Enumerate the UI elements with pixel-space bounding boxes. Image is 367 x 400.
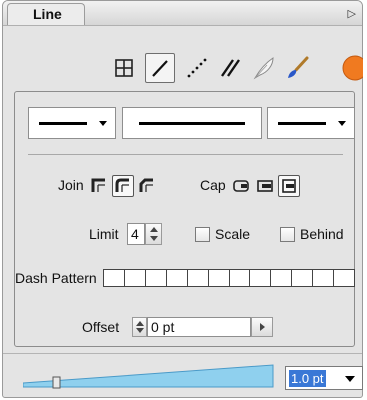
offset-arrow-button[interactable] bbox=[251, 317, 273, 337]
divider bbox=[3, 353, 362, 354]
cap-round-button[interactable] bbox=[254, 175, 276, 197]
stepper-down-icon bbox=[136, 328, 144, 333]
join-round-button[interactable] bbox=[112, 175, 134, 197]
stepper-up-icon bbox=[150, 227, 158, 232]
width-slider-thumb[interactable] bbox=[52, 376, 61, 389]
start-arrowhead-preview bbox=[39, 122, 87, 125]
paintbrush-icon bbox=[288, 56, 309, 78]
chevron-down-icon bbox=[99, 121, 107, 126]
start-arrowhead-dropdown[interactable] bbox=[28, 107, 116, 139]
feather-icon bbox=[253, 57, 274, 80]
stepper-down-icon bbox=[150, 236, 158, 241]
butt-cap-icon bbox=[233, 180, 249, 192]
panel-menu-icon[interactable]: ▷ bbox=[348, 7, 356, 20]
double-line-icon bbox=[221, 59, 240, 77]
dash-cell[interactable] bbox=[124, 270, 146, 286]
pencil-line-button[interactable] bbox=[145, 53, 175, 83]
width-slider[interactable] bbox=[23, 363, 275, 389]
orange-blob-icon bbox=[342, 55, 363, 81]
dash-pattern-grid[interactable] bbox=[103, 269, 355, 287]
stroke-width-value: 1.0 pt bbox=[289, 370, 326, 387]
stepper-up-icon bbox=[136, 321, 144, 326]
double-line-button[interactable] bbox=[215, 53, 245, 83]
offset-stepper[interactable] bbox=[132, 317, 147, 337]
stroke-width-dropdown[interactable]: 1.0 pt bbox=[285, 366, 363, 390]
dash-cell[interactable] bbox=[271, 270, 293, 286]
tab-line[interactable]: Line bbox=[7, 3, 85, 25]
dash-pattern-label: Dash Pattern bbox=[15, 270, 97, 286]
dash-cell[interactable] bbox=[334, 270, 355, 286]
scale-checkbox[interactable] bbox=[195, 227, 210, 242]
art-brush-button[interactable] bbox=[333, 53, 363, 83]
behind-checkbox[interactable] bbox=[280, 227, 295, 242]
limit-input[interactable]: 4 bbox=[127, 223, 145, 245]
line-panel: Line ▷ Join Cap Limit 4 Scale Behind Das… bbox=[2, 0, 363, 398]
end-arrowhead-dropdown[interactable] bbox=[267, 107, 355, 139]
miter-join-icon bbox=[91, 178, 105, 192]
cap-butt-button[interactable] bbox=[230, 175, 252, 197]
dash-cell[interactable] bbox=[229, 270, 251, 286]
cap-label: Cap bbox=[200, 177, 226, 193]
dash-cell[interactable] bbox=[104, 270, 125, 286]
line-style-preview bbox=[139, 122, 245, 125]
line-style-dropdown[interactable] bbox=[122, 107, 262, 139]
dash-cell[interactable] bbox=[166, 270, 188, 286]
chevron-down-icon bbox=[338, 121, 346, 126]
dash-cell[interactable] bbox=[313, 270, 335, 286]
grid-icon bbox=[115, 59, 133, 77]
offset-input[interactable]: 0 pt bbox=[147, 317, 251, 337]
paintbrush-button[interactable] bbox=[283, 53, 313, 83]
join-label: Join bbox=[58, 177, 84, 193]
grid-button[interactable] bbox=[109, 53, 139, 83]
tab-line-label: Line bbox=[33, 6, 62, 22]
dash-cell[interactable] bbox=[250, 270, 272, 286]
join-miter-button[interactable] bbox=[88, 175, 110, 197]
round-join-icon bbox=[115, 178, 129, 192]
square-cap-icon bbox=[282, 179, 296, 193]
limit-stepper[interactable] bbox=[145, 223, 162, 245]
behind-label: Behind bbox=[300, 226, 344, 242]
pencil-line-icon bbox=[152, 60, 168, 77]
round-cap-icon bbox=[257, 180, 273, 192]
cap-square-button[interactable] bbox=[278, 175, 300, 197]
dash-cell[interactable] bbox=[145, 270, 167, 286]
join-bevel-button[interactable] bbox=[136, 175, 158, 197]
dotted-line-icon bbox=[187, 58, 207, 78]
bevel-join-icon bbox=[139, 178, 153, 192]
panel-tab-strip: Line ▷ bbox=[3, 1, 362, 26]
offset-label: Offset bbox=[82, 319, 120, 335]
end-arrowhead-preview bbox=[278, 122, 326, 125]
dash-cell[interactable] bbox=[187, 270, 209, 286]
chevron-down-icon bbox=[345, 376, 355, 382]
dash-cell[interactable] bbox=[292, 270, 314, 286]
dotted-line-button[interactable] bbox=[181, 53, 211, 83]
dash-cell[interactable] bbox=[208, 270, 230, 286]
scale-label: Scale bbox=[215, 226, 251, 242]
limit-label: Limit bbox=[89, 226, 119, 242]
feather-button[interactable] bbox=[249, 53, 279, 83]
divider bbox=[28, 154, 343, 155]
